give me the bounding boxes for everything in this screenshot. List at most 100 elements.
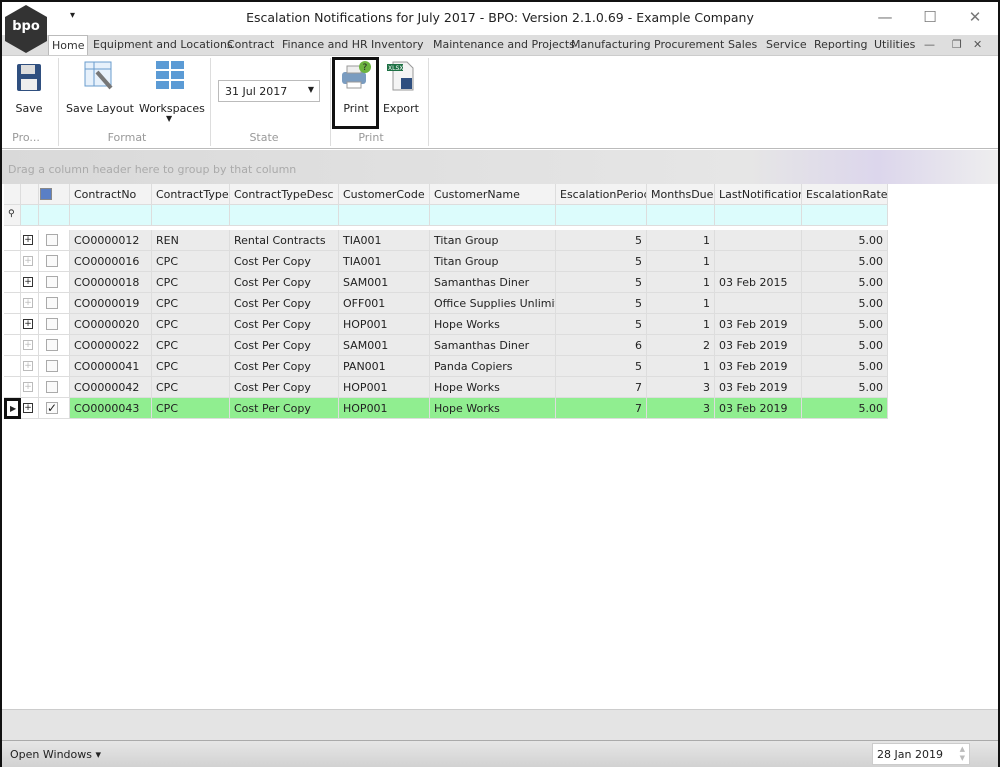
expand-icon[interactable]: +: [23, 361, 33, 371]
column-header-monthsdue[interactable]: MonthsDue: [647, 184, 715, 205]
export-button[interactable]: XLSX Export: [381, 60, 421, 125]
table-row[interactable]: + CO0000042 CPC Cost Per Copy HOP001 Hope Wor…: [2, 377, 888, 398]
cell-escalationperiod: 5: [556, 293, 647, 314]
tab-maintenance[interactable]: Maintenance and Projects: [433, 38, 575, 51]
group-by-panel[interactable]: Drag a column header here to group by th…: [2, 150, 998, 184]
table-row[interactable]: + CO0000019 CPC Cost Per Copy OFF001 Office S…: [2, 293, 888, 314]
expand-icon[interactable]: +: [23, 277, 33, 287]
cell-customercode: SAM001: [339, 272, 430, 293]
filter-cell-contracttypedesc[interactable]: [230, 205, 339, 226]
row-checkbox[interactable]: [46, 339, 58, 351]
save-layout-button[interactable]: Save Layout: [66, 60, 134, 125]
row-indicator[interactable]: [4, 230, 21, 251]
row-checkbox[interactable]: [46, 381, 58, 393]
tab-equipment[interactable]: Equipment and Locations: [93, 38, 233, 51]
expand-icon[interactable]: +: [23, 340, 33, 350]
table-row[interactable]: + CO0000018 CPC Cost Per Copy SAM001 Samantha…: [2, 272, 888, 293]
table-row[interactable]: + CO0000020 CPC Cost Per Copy HOP001 Hope Wor…: [2, 314, 888, 335]
column-header-customername[interactable]: CustomerName: [430, 184, 556, 205]
row-indicator[interactable]: [4, 356, 21, 377]
tab-reporting[interactable]: Reporting: [814, 38, 867, 51]
tab-procurement[interactable]: Procurement: [654, 38, 724, 51]
cell-lastnotification: [715, 230, 802, 251]
cell-lastnotification: 03 Feb 2019: [715, 377, 802, 398]
select-cell[interactable]: [39, 205, 70, 226]
filter-cell-customercode[interactable]: [339, 205, 430, 226]
row-indicator[interactable]: [4, 335, 21, 356]
row-indicator[interactable]: [4, 184, 21, 205]
row-indicator[interactable]: [4, 293, 21, 314]
row-indicator[interactable]: ▶: [4, 398, 21, 419]
tab-home[interactable]: Home: [48, 35, 89, 57]
tab-service[interactable]: Service: [766, 38, 807, 51]
expand-icon[interactable]: +: [23, 298, 33, 308]
cell-escalationrate: 5.00: [802, 314, 888, 335]
filter-cell-lastnotification[interactable]: [715, 205, 802, 226]
group-label-print: Print: [358, 131, 384, 144]
column-header-contractno[interactable]: ContractNo: [70, 184, 152, 205]
expand-icon[interactable]: +: [23, 319, 33, 329]
mdi-close-button[interactable]: ✕: [973, 38, 982, 51]
tab-utilities[interactable]: Utilities: [874, 38, 915, 51]
expand-cell[interactable]: [21, 184, 39, 205]
filter-cell-escalationrate[interactable]: [802, 205, 888, 226]
filter-row[interactable]: ⚲: [2, 205, 888, 226]
maximize-button[interactable]: ☐: [920, 8, 940, 26]
filter-cell-customername[interactable]: [430, 205, 556, 226]
column-header-contracttype[interactable]: ContractType: [152, 184, 230, 205]
expand-icon[interactable]: +: [23, 256, 33, 266]
tab-sales[interactable]: Sales: [728, 38, 757, 51]
cell-customercode: OFF001: [339, 293, 430, 314]
cell-customercode: HOP001: [339, 314, 430, 335]
select-all-checkbox[interactable]: [40, 188, 52, 200]
state-date-combo[interactable]: 31 Jul 2017 ▼: [218, 80, 320, 102]
expand-icon[interactable]: +: [23, 403, 33, 413]
row-checkbox[interactable]: ✓: [46, 402, 58, 414]
workspaces-button[interactable]: Workspaces ▼: [139, 60, 205, 125]
column-header-lastnotification[interactable]: LastNotification: [715, 184, 802, 205]
column-header-escalationperiod[interactable]: EscalationPeriod: [556, 184, 647, 205]
row-checkbox[interactable]: [46, 297, 58, 309]
mdi-restore-button[interactable]: ❐: [952, 38, 962, 51]
tab-inventory[interactable]: Inventory: [371, 38, 424, 51]
cell-contractno: CO0000012: [70, 230, 152, 251]
table-row[interactable]: + CO0000016 CPC Cost Per Copy TIA001 Titan Gr…: [2, 251, 888, 272]
row-indicator[interactable]: ⚲: [4, 205, 21, 226]
column-header-escalationrate[interactable]: EscalationRate: [802, 184, 888, 205]
expand-icon[interactable]: +: [23, 235, 33, 245]
tab-manufacturing[interactable]: Manufacturing: [571, 38, 651, 51]
row-checkbox[interactable]: [46, 318, 58, 330]
filter-cell-contracttype[interactable]: [152, 205, 230, 226]
cell-customername: Samanthas Diner: [430, 335, 556, 356]
filter-cell-contractno[interactable]: [70, 205, 152, 226]
tab-contract[interactable]: Contract: [227, 38, 274, 51]
row-indicator[interactable]: [4, 251, 21, 272]
filter-cell-escalationperiod[interactable]: [556, 205, 647, 226]
open-windows-button[interactable]: Open Windows ▾: [10, 748, 101, 761]
row-checkbox[interactable]: [46, 234, 58, 246]
row-checkbox[interactable]: [46, 276, 58, 288]
mdi-minimize-button[interactable]: —: [924, 38, 935, 51]
filter-cell-monthsdue[interactable]: [647, 205, 715, 226]
row-indicator[interactable]: [4, 314, 21, 335]
table-row[interactable]: + CO0000041 CPC Cost Per Copy PAN001 Panda Co…: [2, 356, 888, 377]
expand-icon[interactable]: +: [23, 382, 33, 392]
column-header-contracttypedesc[interactable]: ContractTypeDesc: [230, 184, 339, 205]
status-date-spinner[interactable]: 28 Jan 2019 ▲ ▼: [872, 743, 970, 765]
table-row[interactable]: + CO0000022 CPC Cost Per Copy SAM001 Samantha…: [2, 335, 888, 356]
table-row[interactable]: ▶ + ✓ CO0000043 CPC Cost Per Copy HOP001 Hope W…: [2, 398, 888, 419]
row-checkbox[interactable]: [46, 360, 58, 372]
ribbon-tabs: Home Equipment and Locations Contract Fi…: [2, 35, 998, 57]
cell-contracttype: CPC: [152, 377, 230, 398]
column-header-customercode[interactable]: CustomerCode: [339, 184, 430, 205]
save-button[interactable]: Save: [10, 60, 48, 125]
expand-cell[interactable]: [21, 205, 39, 226]
table-row[interactable]: + CO0000012 REN Rental Contracts TIA001 Titan…: [2, 230, 888, 251]
minimize-button[interactable]: —: [875, 8, 895, 26]
tab-finance[interactable]: Finance and HR: [282, 38, 368, 51]
close-button[interactable]: ✕: [965, 8, 985, 26]
header-row[interactable]: ContractNo ContractType ContractTypeDesc Cu…: [2, 184, 888, 205]
row-indicator[interactable]: [4, 272, 21, 293]
row-indicator[interactable]: [4, 377, 21, 398]
row-checkbox[interactable]: [46, 255, 58, 267]
